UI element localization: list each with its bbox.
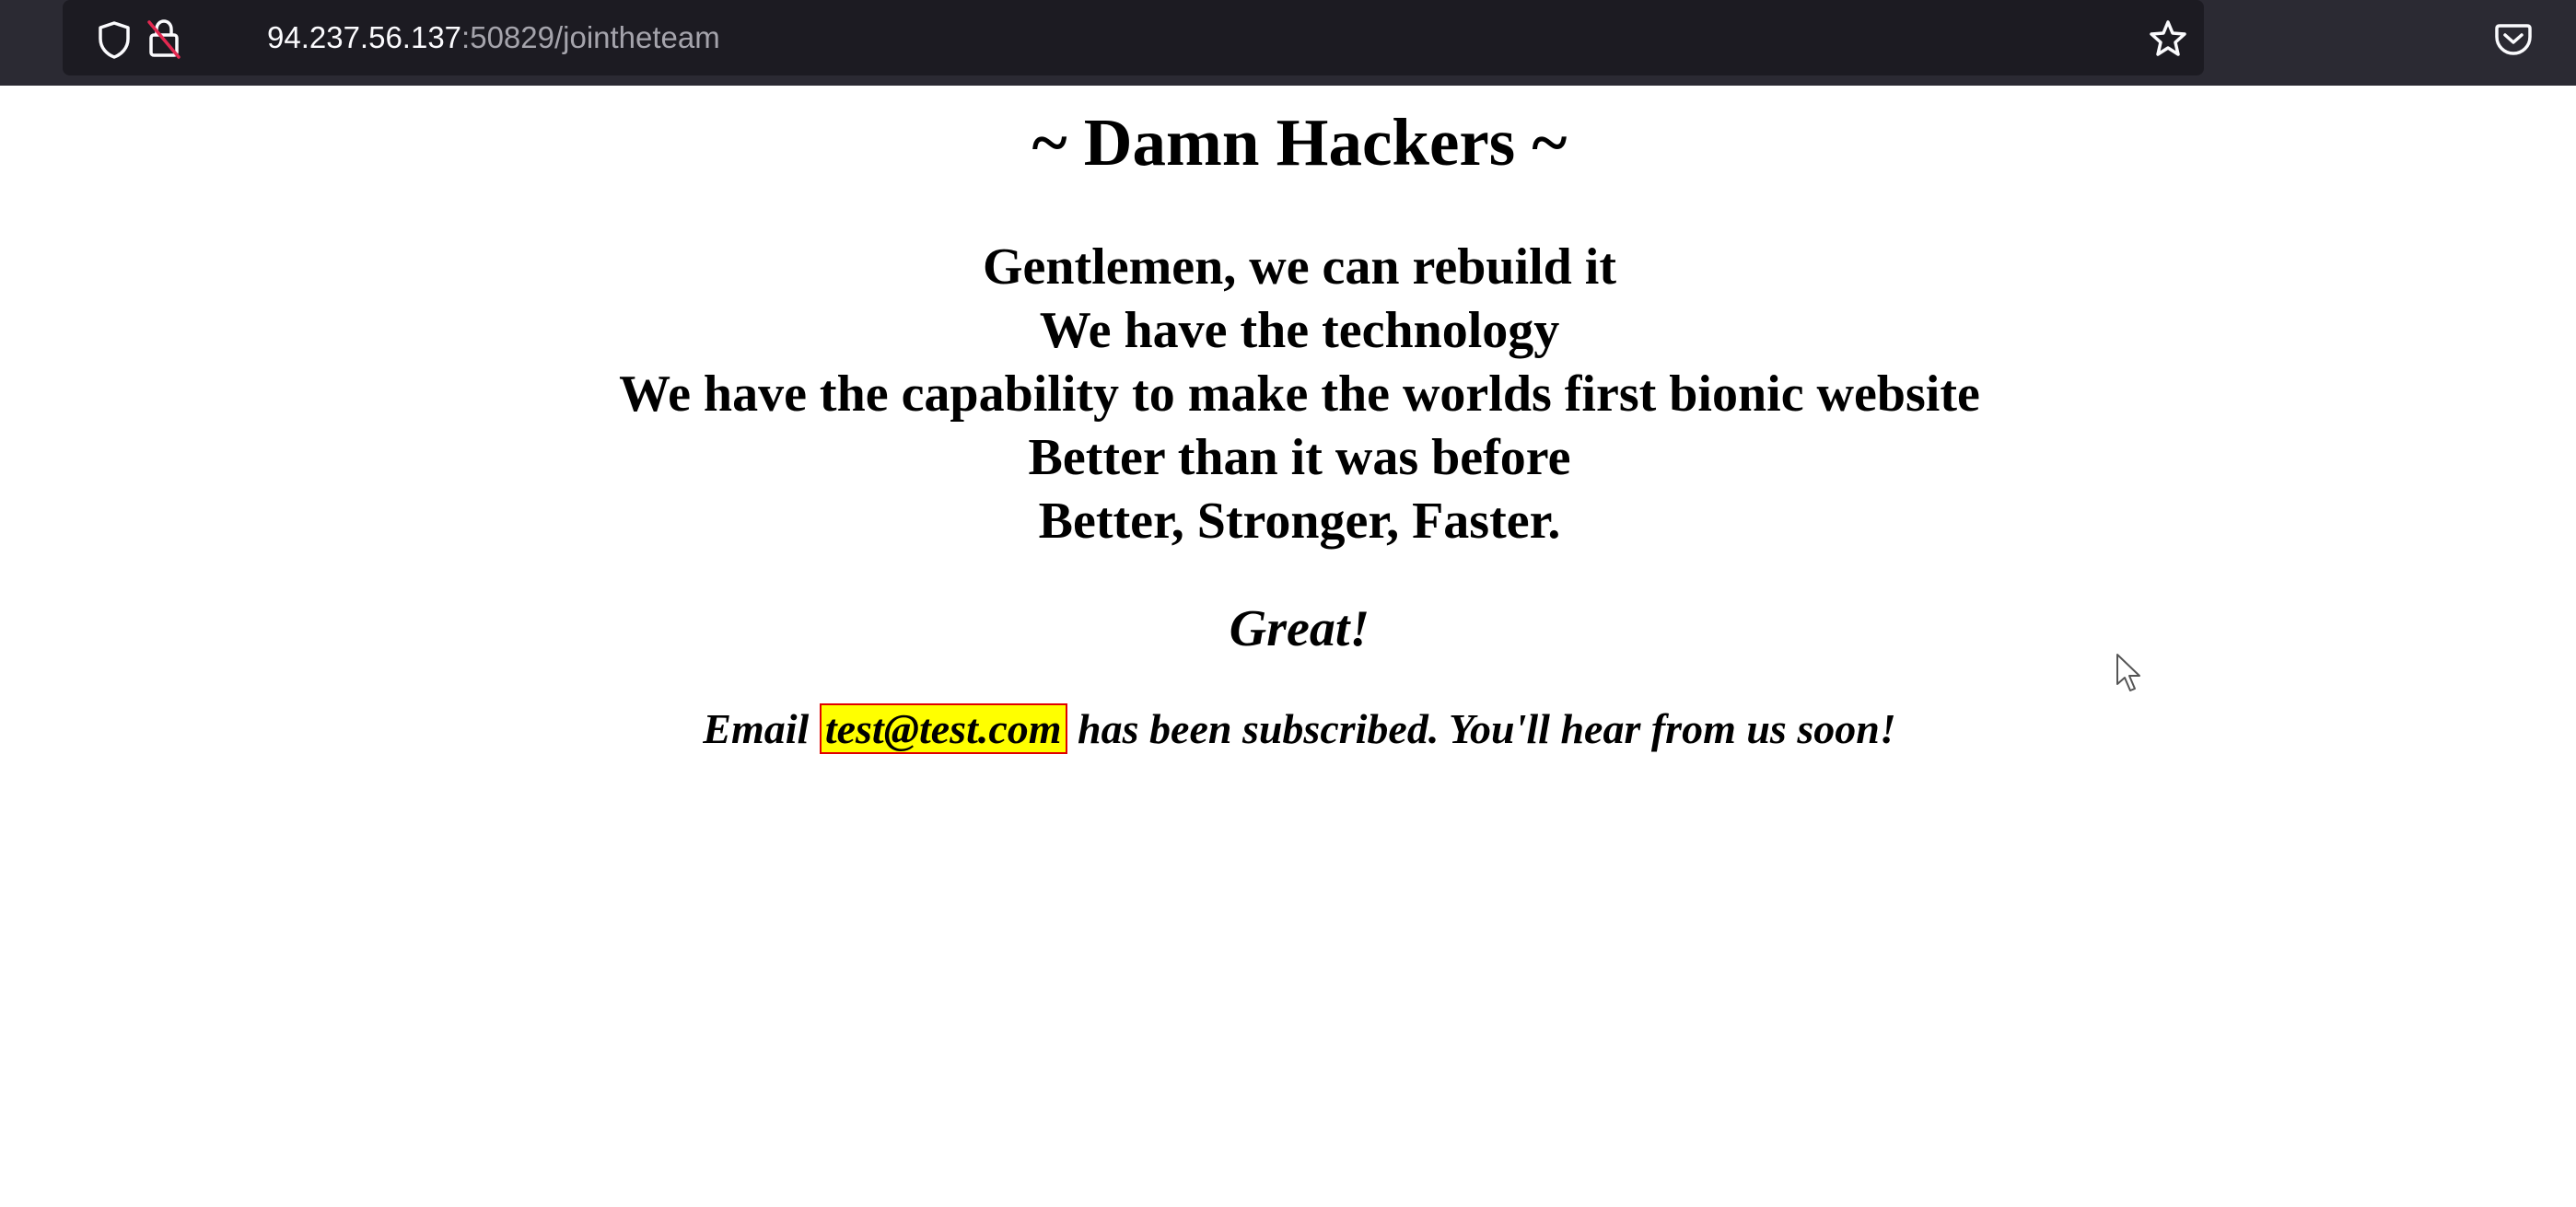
browser-toolbar: 94.237.56.137:50829/jointheteam	[0, 0, 2576, 86]
lyric-line: Gentlemen, we can rebuild it	[982, 238, 1617, 296]
success-heading: Great!	[1229, 600, 1370, 657]
insecure-lock-icon[interactable]	[144, 18, 184, 61]
lyric-line: We have the capability to make the world…	[619, 366, 1980, 423]
message-suffix: has been subscribed. You'll hear from us…	[1078, 705, 1896, 752]
lyric-line: We have the technology	[1039, 302, 1560, 359]
lyrics-block: Gentlemen, we can rebuild it We have the…	[0, 236, 2576, 553]
lyric-line: Better than it was before	[1028, 429, 1571, 486]
url-bar[interactable]: 94.237.56.137:50829/jointheteam	[63, 0, 2204, 75]
mouse-cursor-icon	[2116, 654, 2140, 691]
shield-icon[interactable]	[96, 19, 133, 60]
url-path: :50829/jointheteam	[461, 20, 720, 54]
subscribed-email: test@test.com	[819, 703, 1067, 754]
page-title: ~ Damn Hackers ~	[1032, 105, 1568, 180]
url-host: 94.237.56.137	[267, 20, 462, 54]
pocket-icon[interactable]	[2495, 20, 2532, 57]
page-content: ~ Damn Hackers ~ Gentlemen, we can rebui…	[0, 86, 2576, 1207]
lyric-line: Better, Stronger, Faster.	[1038, 493, 1561, 550]
bookmark-star-icon[interactable]	[2148, 18, 2188, 59]
subscription-message: Email test@test.com has been subscribed.…	[0, 701, 2576, 758]
message-prefix: Email	[703, 705, 810, 752]
url-text[interactable]: 94.237.56.137:50829/jointheteam	[267, 17, 720, 58]
